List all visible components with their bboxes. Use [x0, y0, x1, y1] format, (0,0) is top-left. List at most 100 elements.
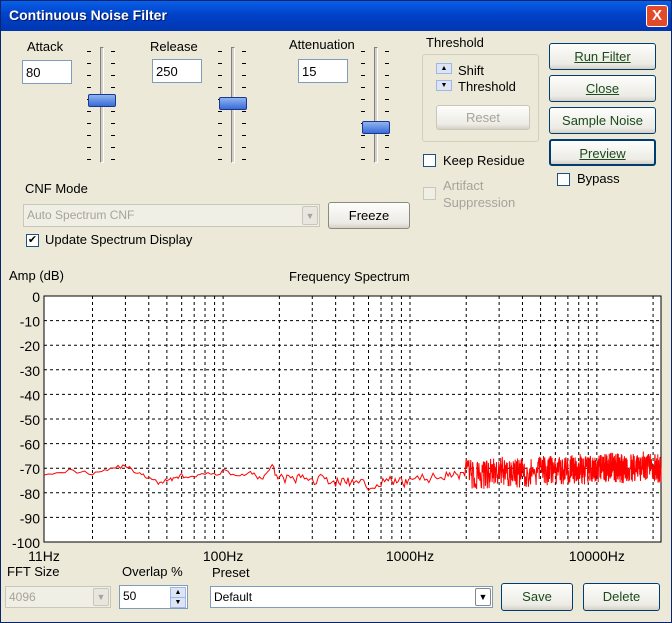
artifact-suppression-label-2: Suppression [443, 195, 516, 210]
slider-tick [385, 87, 389, 88]
delete-button[interactable]: Delete [583, 583, 660, 611]
preset-label: Preset [212, 565, 250, 580]
slider-tick [111, 87, 115, 88]
slider-tick [385, 111, 389, 112]
y-tick-label: -50 [20, 412, 40, 428]
slider-tick [385, 51, 389, 52]
slider-tick [242, 123, 246, 124]
fft-size-select[interactable]: 4096 ▼ [5, 586, 111, 608]
checkmark-icon: ✔ [27, 234, 38, 246]
attenuation-slider[interactable] [361, 45, 391, 165]
x-tick-label: 10000Hz [569, 548, 625, 564]
close-icon: X [651, 7, 662, 24]
slider-thumb[interactable] [362, 121, 390, 134]
slider-tick [242, 87, 246, 88]
slider-tick [218, 147, 222, 148]
slider-tick [111, 51, 115, 52]
slider-tick [218, 123, 222, 124]
slider-tick [87, 75, 91, 76]
slider-tick [111, 75, 115, 76]
slider-thumb[interactable] [88, 94, 116, 107]
threshold-group-label: Threshold [426, 35, 484, 50]
bypass-label: Bypass [577, 171, 620, 186]
shift-label: Shift [458, 63, 485, 78]
keep-residue-checkbox[interactable] [423, 154, 436, 167]
slider-tick [361, 75, 365, 76]
slider-tick [218, 87, 222, 88]
slider-tick [111, 63, 115, 64]
preset-select[interactable]: Default ▼ [210, 586, 493, 608]
update-spectrum-label: Update Spectrum Display [45, 232, 193, 247]
artifact-suppression-checkbox[interactable] [423, 187, 436, 200]
title-bar[interactable]: Continuous Noise Filter X [1, 1, 671, 31]
chevron-down-icon: ▼ [93, 588, 109, 606]
slider-tick [87, 147, 91, 148]
sample-noise-button[interactable]: Sample Noise [549, 107, 656, 134]
update-spectrum-checkbox[interactable]: ✔ [26, 234, 39, 247]
slider-tick [218, 63, 222, 64]
fft-size-value: 4096 [9, 590, 36, 604]
slider-tick [361, 87, 365, 88]
slider-tick [218, 159, 222, 160]
slider-tick [111, 123, 115, 124]
y-tick-label: -60 [20, 437, 40, 453]
slider-tick [111, 111, 115, 112]
slider-tick [242, 135, 246, 136]
slider-thumb[interactable] [219, 97, 247, 110]
overlap-down-button[interactable]: ▼ [170, 597, 186, 608]
slider-tick [111, 135, 115, 136]
run-filter-button[interactable]: Run Filter [549, 43, 656, 70]
bypass-checkbox[interactable] [557, 173, 570, 186]
overlap-label: Overlap % [122, 564, 183, 579]
slider-tick [87, 111, 91, 112]
x-tick-label: 11Hz [28, 548, 60, 564]
slider-tick [218, 75, 222, 76]
release-input[interactable] [152, 59, 202, 83]
x-tick-label: 1000Hz [386, 548, 434, 564]
threshold-up-button[interactable]: ▲ [436, 63, 452, 74]
overlap-value: 50 [123, 589, 137, 603]
release-label: Release [150, 39, 198, 54]
cnf-mode-select[interactable]: Auto Spectrum CNF ▼ [23, 204, 320, 227]
attenuation-input[interactable] [298, 59, 348, 83]
y-tick-label: -20 [20, 338, 40, 354]
attenuation-label: Attenuation [289, 37, 355, 52]
arrow-down-icon: ▼ [174, 599, 182, 606]
save-button[interactable]: Save [501, 583, 573, 611]
slider-tick [361, 147, 365, 148]
cnf-mode-label: CNF Mode [25, 181, 88, 196]
close-button[interactable]: Close [549, 75, 656, 102]
preview-button[interactable]: Preview [549, 139, 656, 166]
slider-tick [385, 99, 389, 100]
overlap-spinner[interactable]: 50 ▲ ▼ [119, 585, 188, 609]
slider-tick [242, 63, 246, 64]
slider-tick [87, 159, 91, 160]
slider-tick [385, 75, 389, 76]
threshold-down-button[interactable]: ▼ [436, 80, 452, 91]
slider-tick [361, 63, 365, 64]
release-slider[interactable] [218, 45, 248, 165]
y-tick-label: -30 [20, 363, 40, 379]
slider-tick [242, 147, 246, 148]
attack-label: Attack [27, 39, 64, 54]
slider-tick [111, 147, 115, 148]
slider-tick [87, 63, 91, 64]
freeze-button[interactable]: Freeze [328, 202, 410, 229]
slider-tick [111, 159, 115, 160]
slider-tick [385, 63, 389, 64]
fft-size-label: FFT Size [7, 564, 60, 579]
close-window-button[interactable]: X [646, 5, 668, 27]
dialog-window: Continuous Noise Filter X Attack Release… [0, 0, 672, 623]
slider-tick [87, 123, 91, 124]
slider-tick [242, 51, 246, 52]
keep-residue-label: Keep Residue [443, 153, 525, 168]
reset-button[interactable]: Reset [436, 105, 530, 130]
slider-tick [218, 51, 222, 52]
slider-tick [87, 51, 91, 52]
attack-slider[interactable] [87, 45, 117, 165]
attack-input[interactable] [22, 60, 72, 84]
slider-tick [242, 111, 246, 112]
preset-value: Default [214, 590, 253, 604]
slider-tick [361, 159, 365, 160]
y-tick-label: 0 [32, 289, 40, 305]
